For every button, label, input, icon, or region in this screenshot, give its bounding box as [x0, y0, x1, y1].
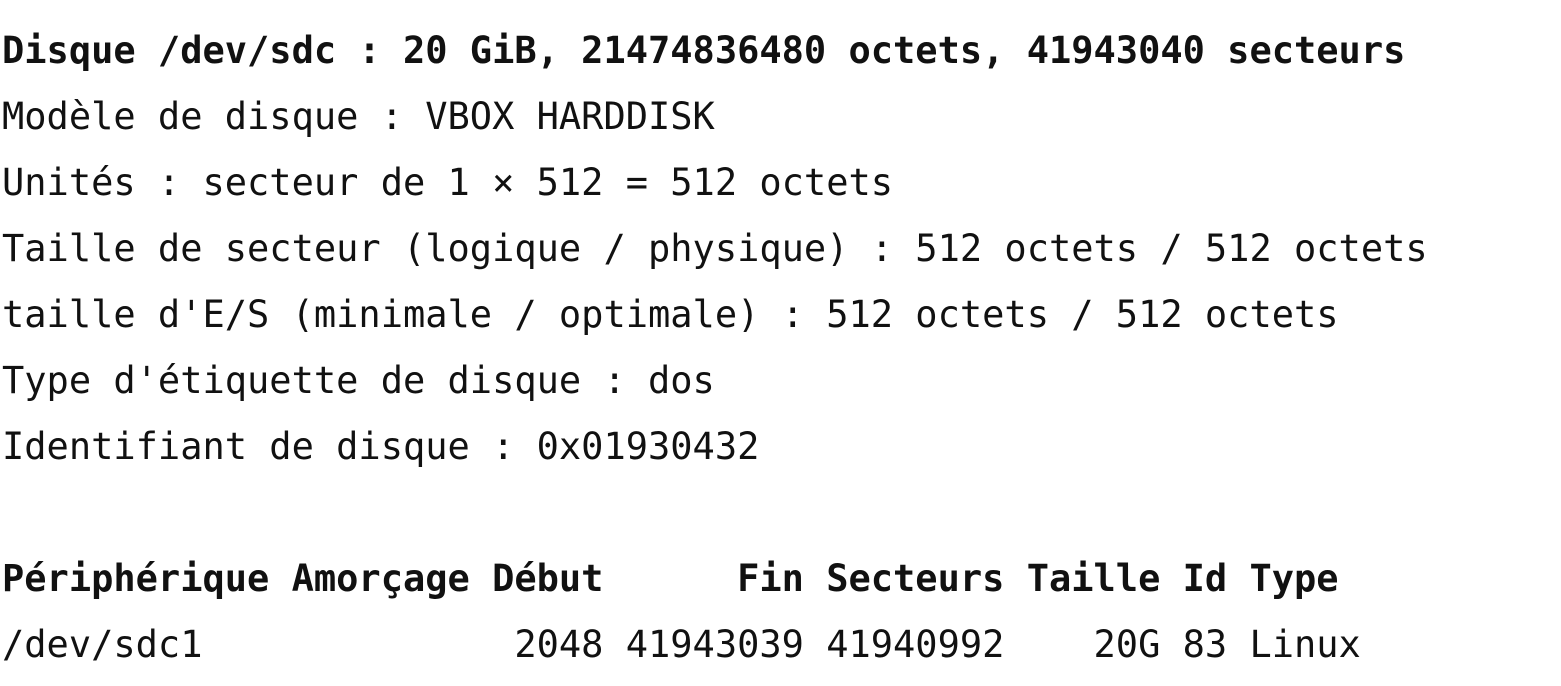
- terminal-output: Disque /dev/sdc : 20 GiB, 21474836480 oc…: [0, 0, 1561, 686]
- table-row: /dev/sdc1 2048 41943039 41940992 20G 83 …: [2, 623, 1361, 666]
- partition-table-header: Périphérique Amorçage Début Fin Secteurs…: [2, 557, 1339, 600]
- sector-size-line: Taille de secteur (logique / physique) :…: [2, 227, 1428, 270]
- disk-identifier-line: Identifiant de disque : 0x01930432: [2, 425, 760, 468]
- disk-header-line: Disque /dev/sdc : 20 GiB, 21474836480 oc…: [2, 29, 1406, 72]
- io-size-line: taille d'E/S (minimale / optimale) : 512…: [2, 293, 1339, 336]
- disk-model-line: Modèle de disque : VBOX HARDDISK: [2, 95, 715, 138]
- label-type-line: Type d'étiquette de disque : dos: [2, 359, 715, 402]
- units-line: Unités : secteur de 1 × 512 = 512 octets: [2, 161, 894, 204]
